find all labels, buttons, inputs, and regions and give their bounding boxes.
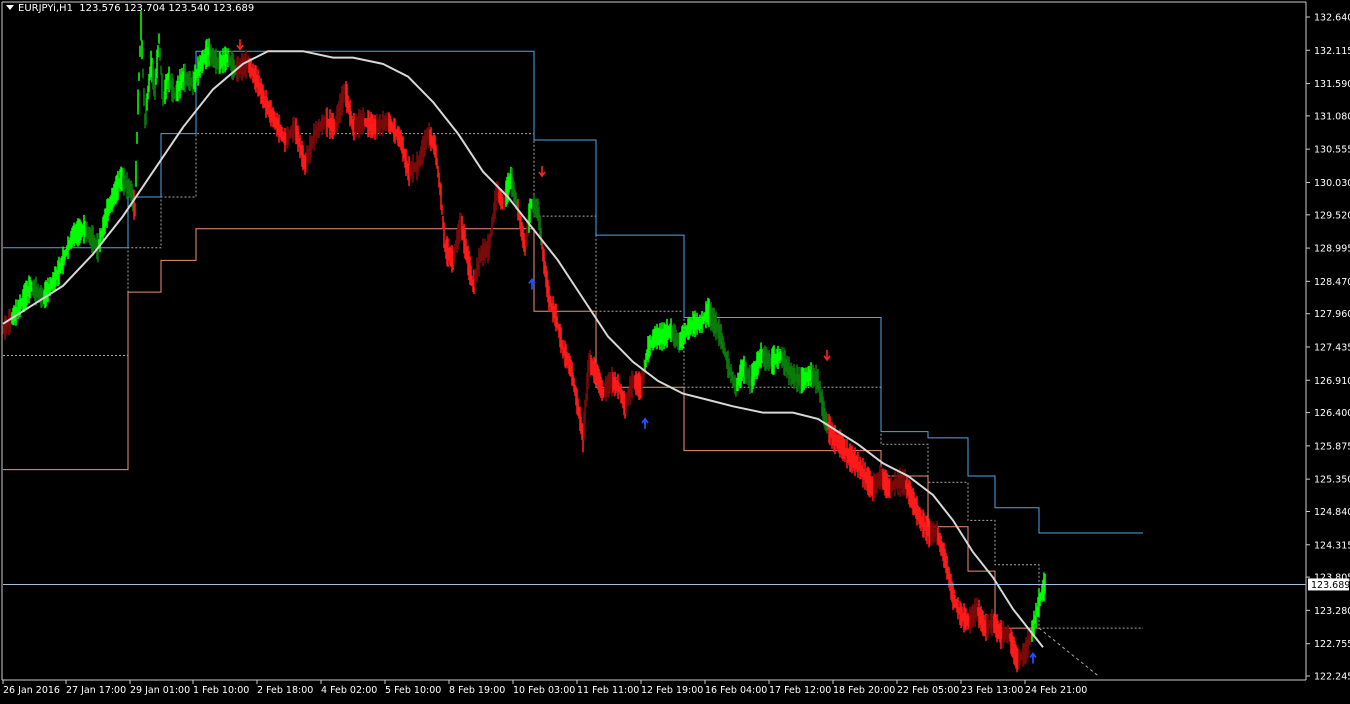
price-tick-label: 127.435 (1314, 342, 1350, 353)
price-tick-label: 125.350 (1314, 475, 1350, 486)
time-tick-label: 8 Feb 19:00 (449, 685, 505, 696)
channel-indicator (3, 50, 1143, 677)
time-tick-label: 5 Feb 10:00 (385, 685, 441, 696)
price-tick-label: 130.030 (1314, 178, 1350, 189)
sell-arrow-icon (236, 39, 244, 51)
symbol-label: EURJPYi,H1 (18, 3, 73, 14)
price-tick-label: 128.470 (1314, 277, 1350, 288)
moving-average-line (2, 50, 1044, 648)
time-tick-label: 26 Jan 2016 (3, 685, 60, 696)
lower-channel-line (3, 228, 1039, 629)
price-tick-label: 124.840 (1314, 507, 1350, 518)
time-tick-label: 17 Feb 12:00 (769, 685, 831, 696)
current-price-marker: 123.689 (3, 578, 1350, 591)
price-tick-label: 131.590 (1314, 79, 1350, 90)
time-tick-label: 11 Feb 11:00 (577, 685, 639, 696)
moving-average-series (2, 50, 1044, 648)
buy-arrow-icon (641, 417, 649, 429)
price-tick-label: 123.280 (1314, 606, 1350, 617)
price-tick-label: 130.555 (1314, 145, 1350, 156)
buy-arrow-icon (1029, 651, 1037, 664)
upper-channel-line (3, 50, 1143, 534)
time-tick-label: 12 Feb 19:00 (641, 685, 703, 696)
price-tick-label: 132.640 (1314, 13, 1350, 24)
time-tick-label: 18 Feb 20:00 (833, 685, 895, 696)
price-tick-label: 127.960 (1314, 309, 1350, 320)
time-tick-label: 4 Feb 02:00 (321, 685, 377, 696)
price-tick-label: 124.315 (1314, 540, 1350, 551)
chart-header: EURJPYi,H1 123.576 123.704 123.540 123.6… (2, 3, 254, 14)
time-tick-label: 1 Feb 10:00 (193, 685, 249, 696)
dropdown-arrow-icon[interactable] (6, 5, 14, 10)
time-tick-label: 2 Feb 18:00 (257, 685, 313, 696)
price-tick-label: 129.520 (1314, 210, 1350, 221)
time-tick-label: 23 Feb 13:00 (961, 685, 1023, 696)
price-tick-label: 122.755 (1314, 639, 1350, 650)
current-price-label: 123.689 (1311, 580, 1350, 591)
ohlc-values: 123.576 123.704 123.540 123.689 (79, 3, 255, 14)
price-tick-label: 122.245 (1314, 672, 1350, 683)
sell-arrow-icon (823, 349, 831, 362)
time-tick-label: 22 Feb 05:00 (897, 685, 959, 696)
projection-line (1038, 627, 1099, 677)
time-tick-label: 29 Jan 01:00 (130, 685, 190, 696)
time-tick-label: 10 Feb 03:00 (513, 685, 575, 696)
price-tick-label: 126.910 (1314, 376, 1350, 387)
time-axis[interactable]: 26 Jan 2016 27 Jan 17:00 29 Jan 01:00 1 Feb… (2, 680, 1087, 696)
time-tick-label: 24 Feb 21:00 (1025, 685, 1087, 696)
price-tick-label: 125.875 (1314, 441, 1350, 452)
price-chart[interactable]: 132.640 132.115 131.590 131.080 130.555 130.0… (0, 0, 1350, 700)
time-tick-label: 16 Feb 04:00 (705, 685, 767, 696)
sell-arrow-icon (538, 166, 546, 178)
price-tick-label: 132.115 (1314, 46, 1350, 57)
time-tick-label: 27 Jan 17:00 (66, 685, 126, 696)
price-series (2, 11, 1046, 673)
price-tick-label: 131.080 (1314, 111, 1350, 122)
chart-window[interactable]: 132.640 132.115 131.590 131.080 130.555 130.0… (0, 0, 1350, 700)
signal-arrows (236, 39, 1037, 664)
price-tick-label: 128.995 (1314, 244, 1350, 255)
price-tick-label: 126.400 (1314, 408, 1350, 419)
